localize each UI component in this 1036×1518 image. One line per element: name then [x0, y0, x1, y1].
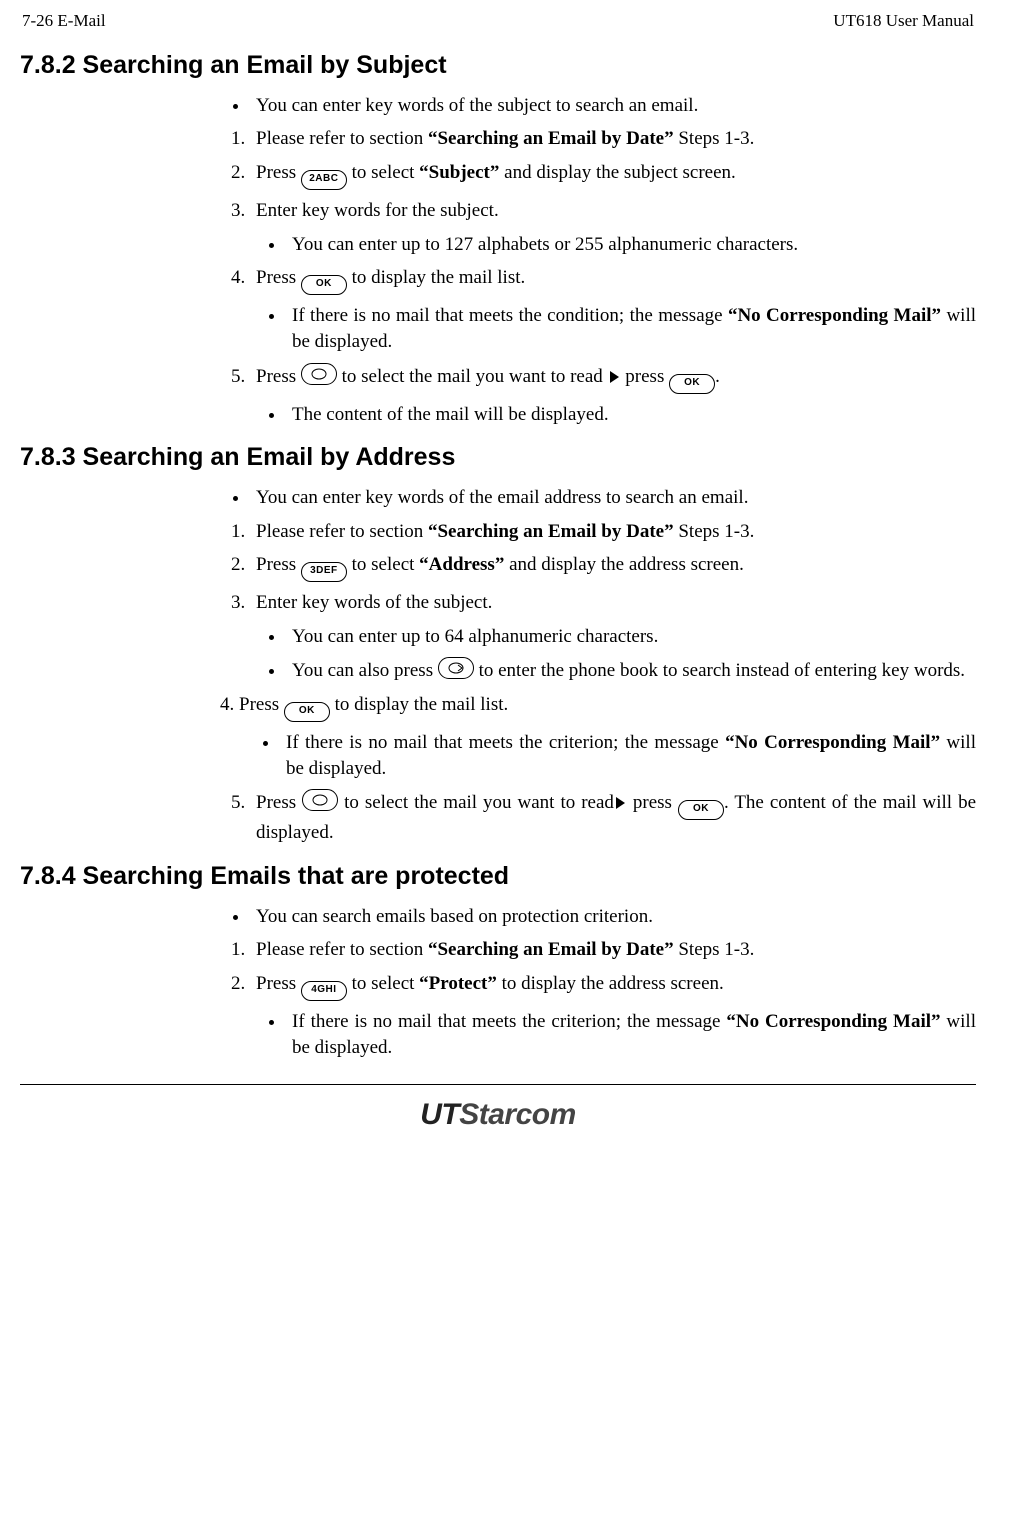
arrow-right-icon	[610, 371, 619, 383]
footer-logo: UTStarcom	[20, 1091, 976, 1140]
step-5: Press to select the mail you want to rea…	[250, 789, 976, 846]
key-ok-icon: OK	[669, 374, 715, 394]
arrow-right-icon	[616, 797, 625, 809]
step-4-outside: 4. Press OK to display the mail list.	[220, 692, 976, 722]
key-2abc-icon: 2ABC	[301, 170, 347, 190]
step-3: Enter key words of the subject. You can …	[250, 590, 976, 684]
header-left: 7-26 E-Mail	[22, 10, 106, 33]
key-ok-icon: OK	[301, 275, 347, 295]
key-4ghi-icon: 4GHI	[301, 981, 347, 1001]
step-2: Press 3DEF to select “Address” and displ…	[250, 552, 976, 582]
bullet: You can enter key words of the subject t…	[250, 93, 976, 119]
key-ok-icon: OK	[284, 702, 330, 722]
nav-right-icon	[438, 657, 474, 679]
step-4: Press OK to display the mail list. If th…	[250, 265, 976, 354]
step-3: Enter key words for the subject. You can…	[250, 198, 976, 257]
sub-bullet: If there is no mail that meets the crite…	[280, 730, 976, 781]
key-ok-icon: OK	[678, 800, 724, 820]
nav-circle-icon	[301, 363, 337, 385]
section-heading-784: 7.8.4 Searching Emails that are protecte…	[20, 860, 976, 894]
logo-starcom: Starcom	[459, 1098, 576, 1131]
step-5: Press to select the mail you want to rea…	[250, 363, 976, 428]
bullet: You can search emails based on protectio…	[250, 904, 976, 930]
section-783-body: You can enter key words of the email add…	[220, 485, 976, 846]
step-1: Please refer to section “Searching an Em…	[250, 937, 976, 963]
nav-circle-icon	[302, 789, 338, 811]
section-heading-783: 7.8.3 Searching an Email by Address	[20, 441, 976, 475]
key-3def-icon: 3DEF	[301, 562, 347, 582]
section-782-body: You can enter key words of the subject t…	[220, 93, 976, 427]
section-784-body: You can search emails based on protectio…	[220, 904, 976, 1061]
step-1: Please refer to section “Searching an Em…	[250, 519, 976, 545]
sub-bullet: If there is no mail that meets the condi…	[286, 303, 976, 354]
logo-ut: UT	[420, 1098, 459, 1131]
sub-bullet: You can enter up to 64 alphanumeric char…	[286, 624, 976, 650]
section-heading-782: 7.8.2 Searching an Email by Subject	[20, 49, 976, 83]
step-1: Please refer to section “Searching an Em…	[250, 126, 976, 152]
sub-bullet: You can enter up to 127 alphabets or 255…	[286, 232, 976, 258]
step-2: Press 2ABC to select “Subject” and displ…	[250, 160, 976, 190]
bullet: You can enter key words of the email add…	[250, 485, 976, 511]
footer-rule	[20, 1084, 976, 1085]
sub-bullet: The content of the mail will be displaye…	[286, 402, 976, 428]
sub-bullet: If there is no mail that meets the crite…	[286, 1009, 976, 1060]
page-header: 7-26 E-Mail UT618 User Manual	[20, 10, 976, 35]
header-right: UT618 User Manual	[833, 10, 974, 33]
step-2: Press 4GHI to select “Protect” to displa…	[250, 971, 976, 1060]
sub-bullet: You can also press to enter the phone bo…	[286, 657, 976, 684]
